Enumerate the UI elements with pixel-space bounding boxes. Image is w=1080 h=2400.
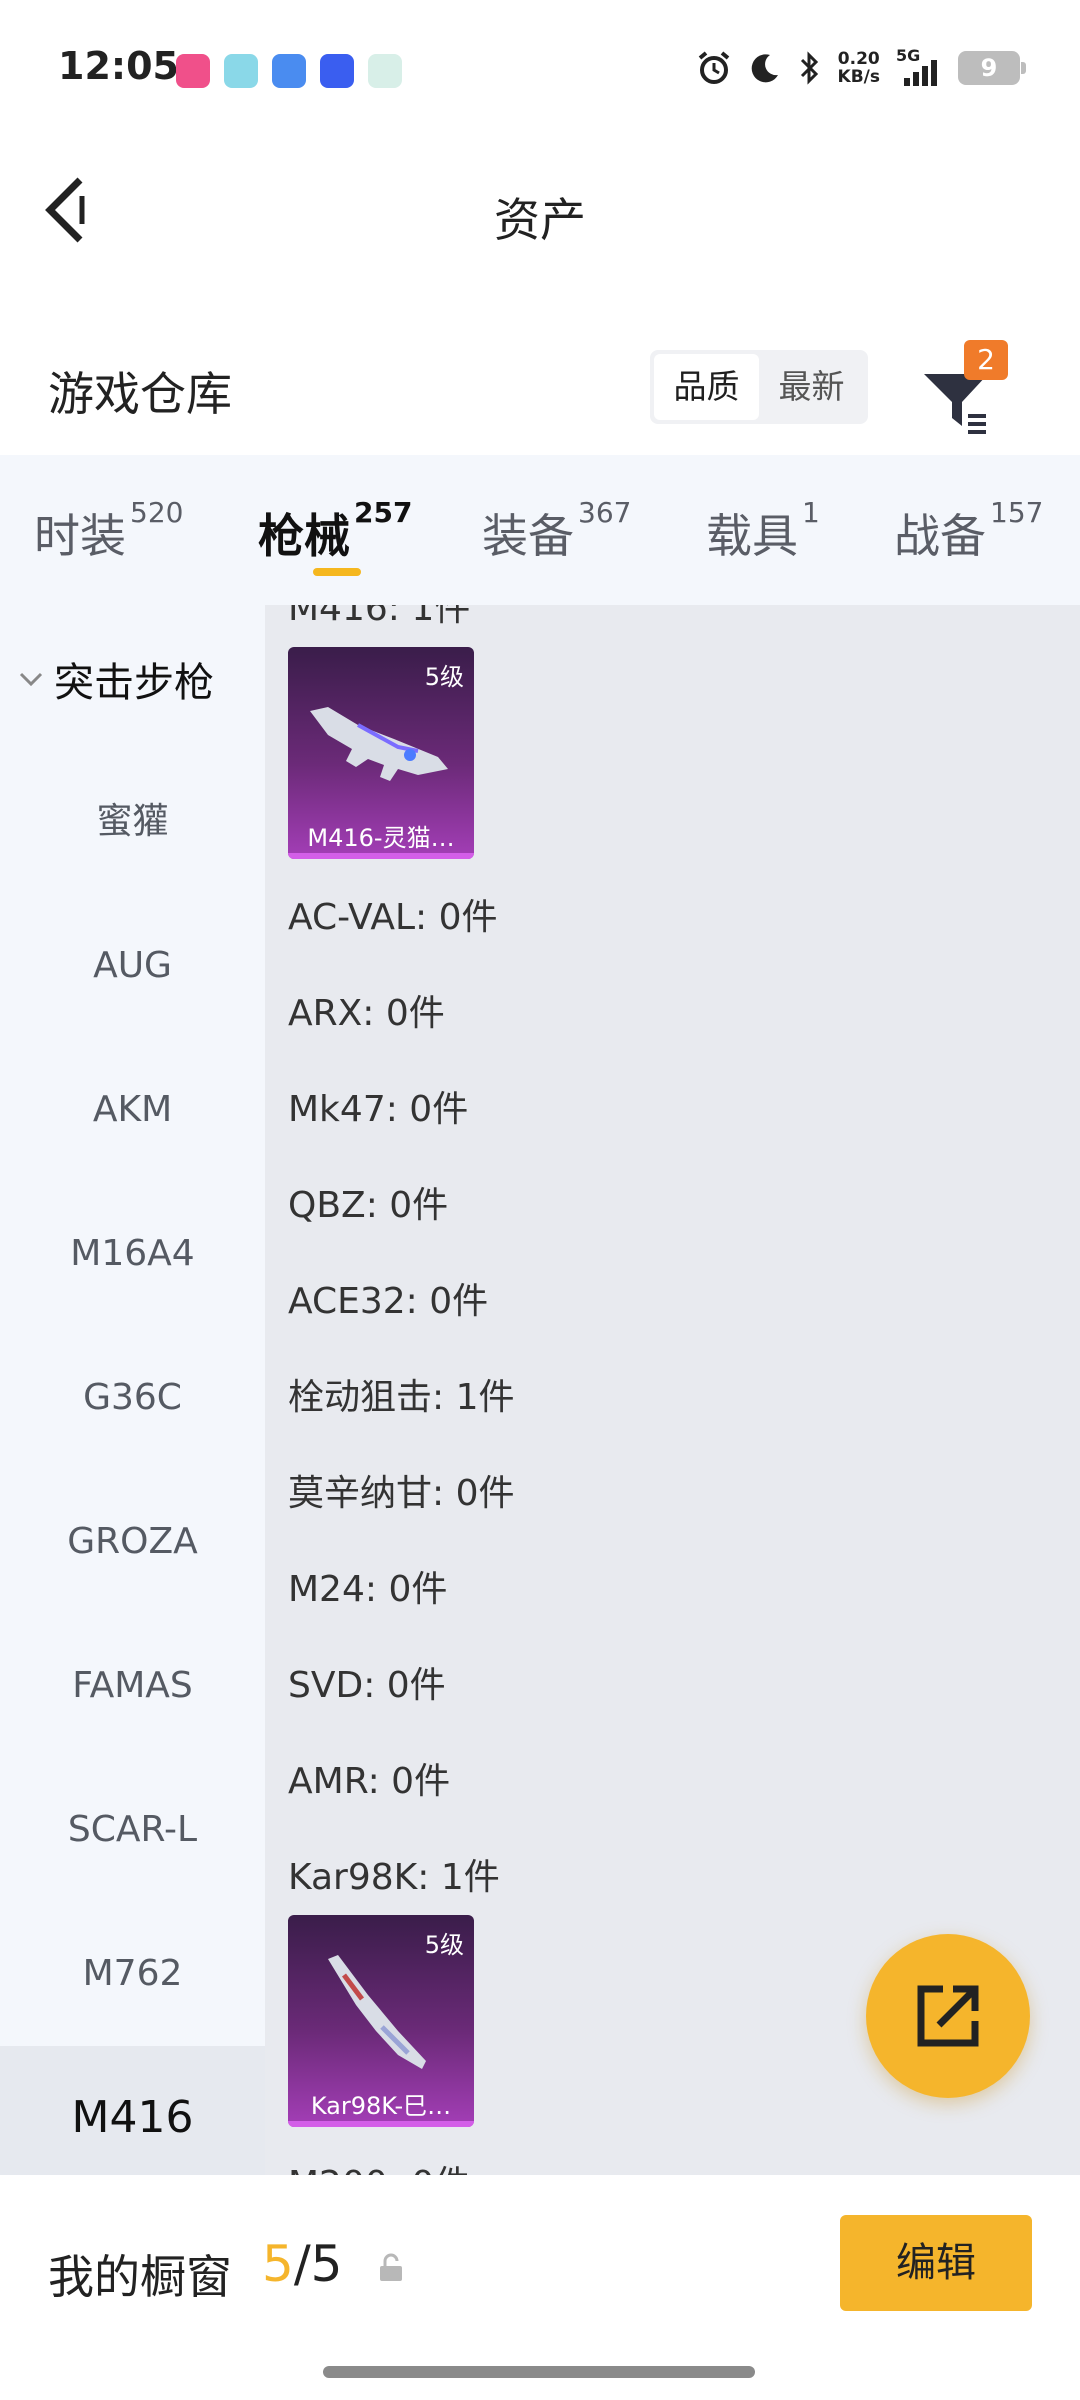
warehouse-title: 游戏仓库 (48, 367, 232, 421)
sidebar-item-aug[interactable]: AUG (0, 894, 265, 1038)
sidebar-item-famas[interactable]: FAMAS (0, 1614, 265, 1758)
alarm-icon (698, 51, 729, 84)
title-bar: 资产 (0, 150, 1080, 270)
sidebar-item-m16a4[interactable]: M16A4 (0, 1182, 265, 1326)
do-not-disturb-moon-icon (751, 54, 778, 83)
status-indicators: 0.20 KB/s 5G 9 (696, 46, 1026, 86)
list-item-arx[interactable]: ARX: 0件 (288, 984, 445, 1036)
list-item-ac-val[interactable]: AC-VAL: 0件 (288, 888, 498, 940)
sidebar-item-akm[interactable]: AKM (0, 1038, 265, 1182)
network-speed-value: 0.20 (837, 49, 880, 69)
lock-icon (380, 2253, 402, 2281)
signal-strength-icon: 5G (896, 46, 942, 86)
tab-supplies-label: 战备 (894, 509, 986, 563)
tab-fashion[interactable]: 时装 520 (34, 496, 183, 566)
share-button[interactable] (866, 1934, 1030, 2098)
list-item-m200[interactable]: M200: 0件 (288, 2155, 470, 2175)
network-speed-unit: KB/s (837, 67, 880, 87)
network-type-label: 5G (896, 46, 921, 65)
list-item-m24[interactable]: M24: 0件 (288, 1560, 447, 1612)
list-item-mosin-nagant[interactable]: 莫辛纳甘: 0件 (288, 1464, 514, 1516)
sidebar-item-m416[interactable]: M416 (0, 2046, 265, 2175)
weapon-sidebar[interactable]: 突击步枪 蜜獾 AUG AKM M16A4 G36C GROZA FAMAS S… (0, 605, 265, 2175)
category-tabs: 时装 520 枪械 257 装备 367 载具 1 战备 157 (0, 455, 1080, 605)
sidebar-item-g36c[interactable]: G36C (0, 1326, 265, 1470)
list-item-kar98k[interactable]: Kar98K: 1件 (288, 1848, 500, 1900)
tab-fashion-count: 520 (130, 496, 184, 529)
tab-vehicles-count: 1 (802, 496, 820, 529)
tab-supplies[interactable]: 战备 157 (894, 496, 1043, 566)
mobile-app-icon (368, 54, 402, 88)
tab-equipment-count: 367 (578, 496, 632, 529)
tab-firearms-count: 257 (354, 496, 413, 529)
tab-fashion-label: 时装 (34, 509, 126, 563)
notification-app-icon (224, 54, 258, 88)
warehouse-header: 游戏仓库 品质 最新 2 (0, 310, 1080, 460)
skin-rarity-bar (288, 2121, 474, 2127)
sidebar-item-groza[interactable]: GROZA (0, 1470, 265, 1614)
tab-firearms-label: 枪械 (258, 509, 350, 563)
vivo-app-icon (320, 54, 354, 88)
tab-equipment[interactable]: 装备 367 (482, 496, 631, 566)
list-item-svd[interactable]: SVD: 0件 (288, 1656, 446, 1708)
bluetooth-icon (800, 51, 818, 85)
list-item-qbz[interactable]: QBZ: 0件 (288, 1176, 448, 1228)
list-item-bolt-action-sniper[interactable]: 栓动狙击: 1件 (288, 1368, 514, 1420)
status-time: 12:05 (58, 44, 179, 88)
list-item-m416[interactable]: M416: 1件 (288, 605, 470, 631)
sidebar-group-assault-rifles[interactable]: 突击步枪 (18, 650, 214, 708)
showcase-count: 5/5 (262, 2235, 342, 2293)
edit-button[interactable]: 编辑 (840, 2215, 1032, 2311)
share-external-icon (917, 1985, 979, 2047)
sniper-rifle-icon (328, 1955, 426, 2069)
tab-vehicles[interactable]: 载具 1 (706, 496, 820, 566)
showcase-separator: / (293, 2235, 311, 2293)
sidebar-item-scar-l[interactable]: SCAR-L (0, 1758, 265, 1902)
list-item-mk47[interactable]: Mk47: 0件 (288, 1080, 468, 1132)
skin-card-m416[interactable]: 5级 M416-灵猫… (288, 647, 474, 859)
page-title: 资产 (494, 193, 586, 247)
filter-count-badge: 2 (964, 340, 1008, 380)
notification-icons (176, 54, 402, 88)
sort-by-quality-button[interactable]: 品质 (654, 354, 759, 420)
list-item-ace32[interactable]: ACE32: 0件 (288, 1272, 488, 1324)
chevron-down-icon (19, 672, 43, 687)
tab-equipment-label: 装备 (482, 509, 574, 563)
tab-vehicles-label: 载具 (706, 509, 798, 563)
sort-by-newest-button[interactable]: 最新 (759, 354, 864, 420)
list-item-amr[interactable]: AMR: 0件 (288, 1752, 450, 1804)
rifle-icon (310, 707, 448, 781)
sort-toggle: 品质 最新 (650, 350, 868, 424)
showcase-total: 5 (310, 2235, 343, 2293)
tab-firearms[interactable]: 枪械 257 (258, 496, 412, 566)
status-bar: 12:05 0.20 KB/s 5G 9 (0, 0, 1080, 140)
home-indicator[interactable] (323, 2366, 755, 2378)
showcase-label: 我的橱窗 (48, 2250, 232, 2304)
skin-rarity-bar (288, 853, 474, 859)
bilibili-app-icon (176, 54, 210, 88)
sidebar-item-honey-badger[interactable]: 蜜獾 (0, 750, 265, 894)
battery-icon: 9 (958, 51, 1026, 85)
showcase-current: 5 (262, 2235, 294, 2293)
sidebar-item-m762[interactable]: M762 (0, 1902, 265, 2046)
active-tab-indicator (313, 568, 361, 576)
skin-name: M416-灵猫… (307, 824, 455, 852)
network-speed: 0.20 KB/s (838, 50, 880, 86)
skin-card-kar98k[interactable]: 5级 Kar98K-巳… (288, 1915, 474, 2127)
skin-name: Kar98K-巳… (310, 2092, 452, 2120)
tab-supplies-count: 157 (990, 496, 1044, 529)
photos-app-icon (272, 54, 306, 88)
filter-button[interactable]: 2 (918, 334, 1018, 444)
sidebar-group-label: 突击步枪 (54, 660, 214, 706)
